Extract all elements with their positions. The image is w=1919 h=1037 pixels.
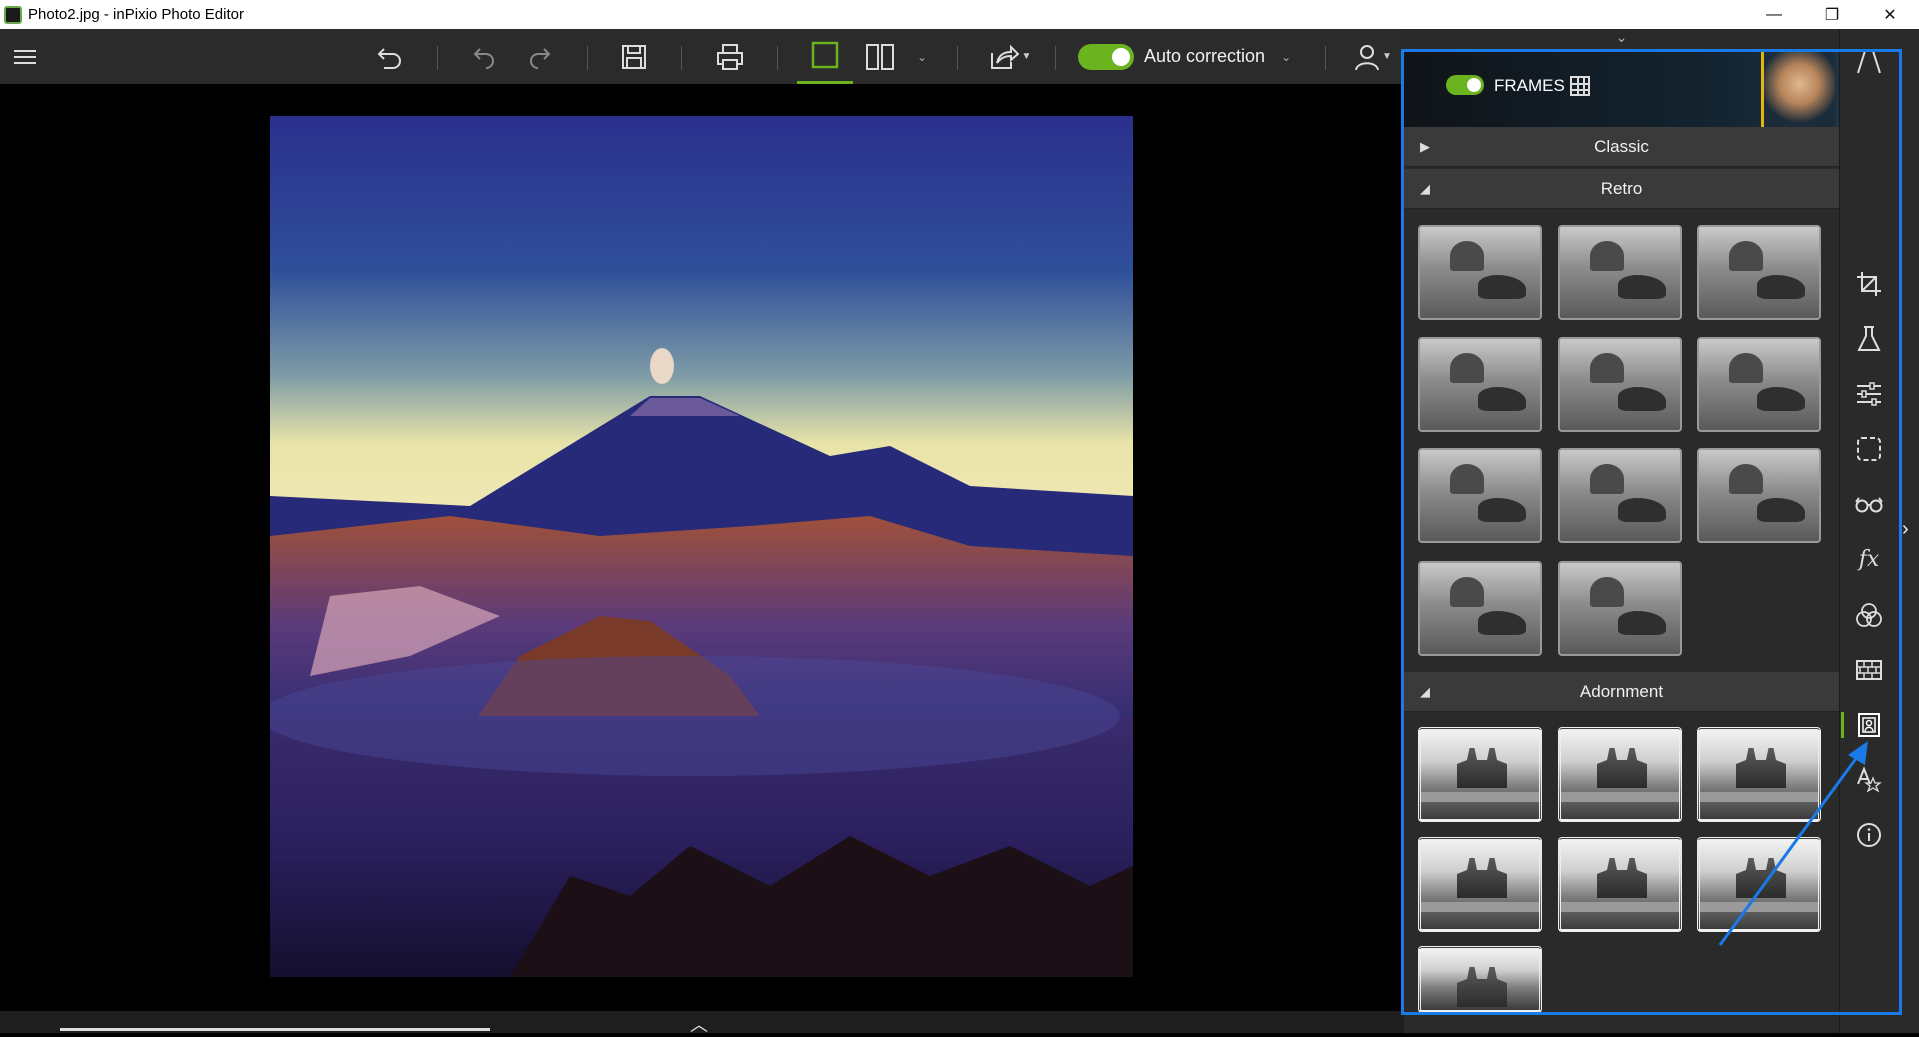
section-title: Retro: [1600, 178, 1643, 198]
portrait-button[interactable]: [1849, 484, 1889, 524]
window-title: Photo2.jpg - inPixio Photo Editor: [28, 6, 244, 23]
save-button[interactable]: [614, 29, 654, 84]
redo-button[interactable]: [520, 29, 560, 84]
frames-preview-image: [1761, 49, 1835, 127]
perspective-button[interactable]: [1849, 42, 1889, 82]
single-view-icon: [811, 41, 839, 69]
caret-down-icon: ▼: [1021, 51, 1032, 62]
section-title: Adornment: [1579, 681, 1664, 701]
frames-toggle[interactable]: [1446, 75, 1484, 95]
chevron-down-icon: ⌄: [1281, 49, 1292, 64]
retro-frame-thumb[interactable]: [1418, 225, 1542, 320]
retro-frame-thumb[interactable]: [1697, 225, 1821, 320]
expanded-arrow-icon: ◢: [1420, 684, 1430, 699]
auto-correction-toggle[interactable]: [1078, 43, 1134, 70]
share-button[interactable]: ▼: [984, 29, 1036, 84]
texture-button[interactable]: [1849, 650, 1889, 690]
status-strip: ︿: [0, 1011, 1404, 1035]
undo-all-button[interactable]: [370, 29, 410, 84]
retro-frame-thumb[interactable]: [1558, 448, 1682, 543]
frames-title: FRAMES: [1494, 76, 1565, 95]
minimize-button[interactable]: —: [1745, 0, 1803, 29]
retro-frame-thumb[interactable]: [1558, 561, 1682, 656]
section-retro[interactable]: ◢ Retro: [1404, 169, 1839, 209]
save-icon: [622, 44, 646, 69]
redo-arrow-icon: [530, 47, 551, 69]
auto-correction-control[interactable]: Auto correction ⌄: [1078, 29, 1308, 84]
view-dropdown[interactable]: ⌄: [912, 29, 932, 84]
chevron-down-icon: ⌄: [916, 49, 928, 64]
fx-icon: fx: [1858, 546, 1880, 572]
chevron-up-icon[interactable]: ︿: [690, 1011, 708, 1037]
close-button[interactable]: ✕: [1861, 0, 1919, 29]
crop-button[interactable]: [1849, 264, 1889, 304]
retro-frame-thumb[interactable]: [1418, 561, 1542, 656]
progress-bar: [60, 1028, 490, 1031]
section-title: Classic: [1594, 136, 1649, 156]
print-icon: [717, 43, 743, 70]
menu-button[interactable]: [10, 29, 40, 84]
single-view-button[interactable]: [797, 29, 853, 84]
annotation-arrow: [1718, 741, 1868, 946]
retro-frame-thumb[interactable]: [1697, 337, 1821, 432]
glasses-icon: [1855, 497, 1883, 513]
retro-frame-thumb[interactable]: [1418, 337, 1542, 432]
hamburger-icon: [14, 49, 36, 64]
image-canvas[interactable]: [0, 84, 1404, 1011]
retro-frame-thumb[interactable]: [1558, 225, 1682, 320]
restore-button[interactable]: ❐: [1803, 0, 1861, 29]
user-icon: [1355, 44, 1380, 70]
flask-icon: [1857, 326, 1881, 351]
expanded-arrow-icon: ◢: [1420, 181, 1430, 196]
perspective-icon: [1857, 50, 1881, 74]
adjust-sliders-icon: [1857, 382, 1881, 406]
edited-photo: [270, 116, 1133, 977]
collapsed-arrow-icon: ▶: [1420, 139, 1430, 154]
retro-frame-thumb[interactable]: [1418, 448, 1542, 543]
grid-icon[interactable]: [1570, 76, 1590, 96]
split-view-button[interactable]: [860, 29, 900, 84]
share-icon: [990, 44, 1019, 69]
panel-collapse-button[interactable]: ⌄: [1404, 29, 1839, 47]
adornment-frame-thumb[interactable]: [1418, 946, 1542, 1013]
texture-grid-icon: [1856, 660, 1882, 680]
title-bar: Photo2.jpg - inPixio Photo Editor — ❐ ✕: [0, 0, 1919, 29]
color-circles-icon: [1856, 603, 1882, 627]
crop-icon: [1857, 272, 1881, 296]
selection-button[interactable]: [1849, 429, 1889, 469]
account-button[interactable]: ▼: [1350, 29, 1396, 84]
fx-button[interactable]: fx: [1849, 539, 1889, 579]
adornment-frame-thumb[interactable]: [1558, 727, 1682, 822]
adjustments-button[interactable]: [1849, 374, 1889, 414]
auto-correction-label: Auto correction: [1144, 46, 1266, 66]
frames-header: FRAMES: [1404, 49, 1839, 127]
effects-lab-button[interactable]: [1849, 319, 1889, 359]
selection-icon: [1857, 437, 1881, 461]
adornment-frame-thumb[interactable]: [1558, 837, 1682, 932]
print-button[interactable]: [710, 29, 750, 84]
undo-icon: [377, 47, 401, 69]
chevron-right-icon[interactable]: ›: [1902, 518, 1909, 541]
section-classic[interactable]: ▶ Classic: [1404, 127, 1839, 167]
section-adornment[interactable]: ◢ Adornment: [1404, 672, 1839, 712]
undo-arrow-icon: [473, 47, 494, 69]
adornment-frame-thumb[interactable]: [1418, 727, 1542, 822]
adornment-frame-thumb[interactable]: [1418, 837, 1542, 932]
main-toolbar: ⌄ ▼ Auto correction ⌄ ▼: [0, 29, 1404, 84]
retro-frame-thumb[interactable]: [1697, 448, 1821, 543]
retro-frame-thumb[interactable]: [1558, 337, 1682, 432]
window-controls: — ❐ ✕: [1745, 0, 1919, 29]
app-logo-icon: [4, 5, 22, 24]
split-view-icon: [866, 43, 894, 70]
color-button[interactable]: [1849, 595, 1889, 635]
caret-down-icon: ▼: [1382, 51, 1392, 62]
undo-button[interactable]: [464, 29, 504, 84]
chevron-down-icon: ⌄: [1615, 29, 1628, 45]
